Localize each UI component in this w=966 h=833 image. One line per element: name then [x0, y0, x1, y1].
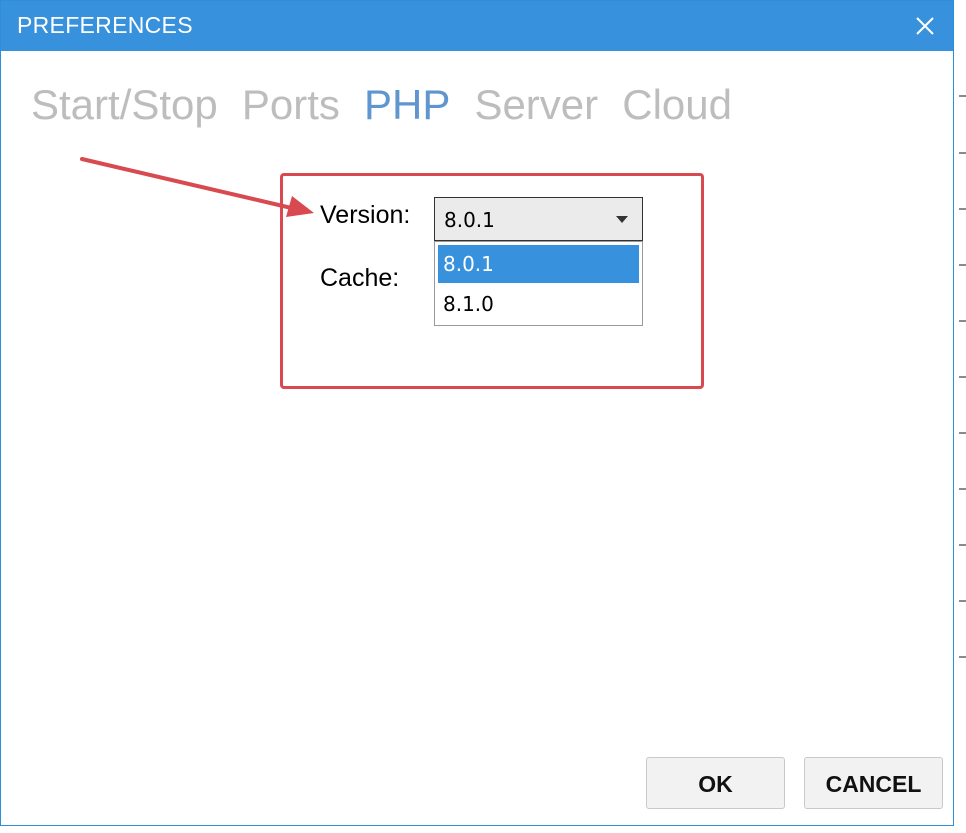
background-tick — [959, 600, 966, 602]
tab-ports[interactable]: Ports — [242, 81, 340, 129]
cache-label: Cache: — [320, 264, 400, 292]
tab-bar: Start/Stop Ports PHP Server Cloud — [31, 81, 751, 133]
cancel-button[interactable]: CANCEL — [804, 757, 943, 809]
tab-php[interactable]: PHP — [364, 81, 450, 129]
window-title: PREFERENCES — [17, 12, 193, 38]
background-tick — [959, 264, 966, 266]
tab-start-stop[interactable]: Start/Stop — [31, 81, 218, 129]
background-tick — [959, 320, 966, 322]
ok-button[interactable]: OK — [646, 757, 785, 809]
version-option-8-1-0[interactable]: 8.1.0 — [438, 285, 639, 323]
chevron-down-icon — [616, 216, 628, 223]
title-bar[interactable]: PREFERENCES — [1, 1, 953, 51]
background-tick — [959, 376, 966, 378]
background-tick — [959, 95, 966, 97]
background-tick — [959, 488, 966, 490]
background-window-edge — [956, 0, 966, 833]
preferences-dialog: PREFERENCES Start/Stop Ports PHP Server … — [0, 0, 954, 826]
version-select-value: 8.0.1 — [444, 208, 495, 232]
background-tick — [959, 432, 966, 434]
version-option-8-0-1[interactable]: 8.0.1 — [438, 245, 639, 283]
close-icon[interactable] — [911, 12, 939, 40]
background-tick — [959, 208, 966, 210]
version-select[interactable]: 8.0.1 — [434, 197, 643, 241]
version-dropdown-list: 8.0.1 8.1.0 — [434, 241, 643, 326]
background-tick — [959, 544, 966, 546]
tab-cloud[interactable]: Cloud — [622, 81, 732, 129]
background-tick — [959, 152, 966, 154]
version-label: Version: — [320, 201, 411, 229]
tab-server[interactable]: Server — [474, 81, 598, 129]
background-tick — [959, 656, 966, 658]
